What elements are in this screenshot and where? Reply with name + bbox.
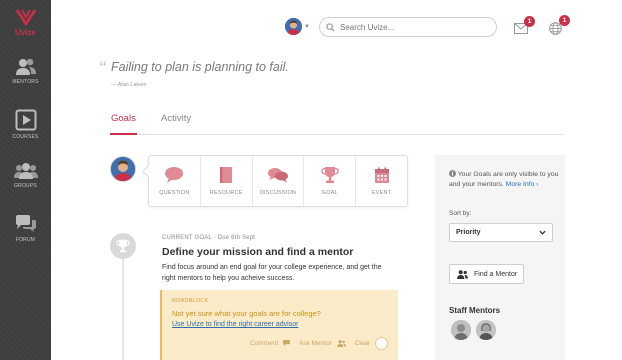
chevron-down-icon[interactable]: ▼	[304, 24, 310, 30]
avatar-image	[451, 320, 471, 340]
ask-mentor-button[interactable]: Ask Mentor	[299, 340, 346, 347]
action-discussion[interactable]: DISCUSSION	[253, 156, 305, 206]
notifications-badge: 1	[559, 15, 570, 26]
calendar-icon	[374, 167, 389, 183]
mentor-avatar[interactable]	[451, 320, 471, 340]
sidebar-item-forum[interactable]: FORUM	[0, 214, 51, 243]
messages-badge: 1	[524, 16, 535, 27]
comment-label: Comment	[250, 340, 279, 347]
career-advisor-link[interactable]: Use Uvize to find the right career advis…	[172, 321, 298, 328]
sort-label: Sort by:	[449, 210, 472, 217]
clear-checkbox[interactable]	[375, 337, 389, 350]
sidebar-item-label: COURSES	[12, 134, 39, 140]
mentors-icon	[457, 269, 468, 279]
sort-value: Priority	[456, 229, 481, 236]
roadblock-label: ROADBLOCK	[172, 298, 209, 304]
quote-mark-icon: “	[99, 57, 107, 77]
sidebar-item-mentors[interactable]: MENTORS	[0, 58, 51, 85]
tab-activity[interactable]: Activity	[161, 113, 191, 124]
user-avatar[interactable]	[285, 18, 302, 35]
action-label: RESOURCE	[209, 190, 243, 196]
action-label: EVENT	[371, 189, 392, 196]
search-box[interactable]	[319, 17, 497, 37]
book-icon	[220, 167, 233, 183]
ask-mentor-label: Ask Mentor	[299, 340, 332, 348]
tab-bar: Goals Activity	[110, 113, 565, 135]
sidebar-item-courses[interactable]: COURSES	[0, 109, 51, 140]
goal-description: Find focus around an end goal for your c…	[162, 264, 382, 282]
tab-goals[interactable]: Goals	[110, 113, 137, 135]
info-icon	[449, 170, 456, 177]
sidebar-item-label: FORUM	[15, 237, 36, 243]
roadblock-actions: Comment Ask Mentor Clear	[250, 337, 389, 350]
play-icon	[15, 109, 36, 131]
mentor-avatar[interactable]	[476, 320, 496, 340]
comment-icon	[283, 340, 290, 347]
sidebar-item-label: MENTORS	[12, 79, 39, 85]
search-input[interactable]	[340, 22, 490, 32]
speech-bubble-icon	[165, 167, 184, 183]
sidebar-item-groups[interactable]: GROUPS	[0, 162, 51, 189]
action-label: GOAL	[321, 190, 338, 196]
sidebar: Uvize MENTORS COURSES GROUPS FORUM	[0, 0, 51, 360]
staff-mentors-title: Staff Mentors	[449, 306, 501, 315]
post-actions-bar: QUESTION RESOURCE DISCUSSION GOAL EVENT	[148, 155, 408, 207]
more-info-link[interactable]: More Info ›	[506, 181, 539, 188]
action-label: DISCUSSION	[259, 190, 297, 196]
timeline-line	[122, 248, 124, 360]
mentors-icon	[15, 58, 36, 75]
info-text: Your Goals are only visible to you and y…	[449, 171, 559, 188]
avatar-image	[111, 157, 135, 181]
user-avatar[interactable]	[110, 156, 136, 182]
current-goal-due: · Due 6th Sept	[213, 235, 256, 241]
goal-marker	[110, 233, 136, 259]
find-mentor-button[interactable]: Find a Mentor	[449, 264, 524, 284]
roadblock-card: ROADBLOCK Not yet sure what your goals a…	[160, 290, 398, 360]
clear-button[interactable]: Clear	[355, 340, 371, 347]
sidebar-item-label: GROUPS	[14, 183, 37, 189]
discussion-icon	[267, 168, 288, 183]
forum-icon	[15, 215, 36, 232]
notifications-button[interactable]: 1	[549, 15, 570, 40]
clear-label: Clear	[354, 340, 371, 347]
goal-title[interactable]: Define your mission and find a mentor	[162, 246, 353, 258]
action-question[interactable]: QUESTION	[149, 156, 201, 206]
action-goal[interactable]: GOAL	[304, 156, 357, 206]
comment-button[interactable]: Comment	[250, 340, 290, 347]
mentors-icon	[336, 340, 346, 347]
logo-text: Uvize	[15, 28, 36, 37]
visibility-info: Your Goals are only visible to you and y…	[449, 170, 559, 190]
groups-icon	[13, 163, 38, 179]
quote-author: — Alan Lakein	[111, 82, 147, 88]
trophy-icon	[116, 239, 130, 253]
uvize-logo[interactable]: Uvize	[15, 8, 37, 37]
roadblock-question: Not yet sure what your goals are for col…	[172, 309, 321, 318]
quote-text: Failing to plan is planning to fail.	[111, 60, 289, 74]
action-event[interactable]: EVENT	[356, 156, 407, 206]
avatar-image	[285, 18, 302, 35]
goals-sidebar: Your Goals are only visible to you and y…	[435, 155, 565, 360]
messages-button[interactable]: 1	[514, 16, 535, 39]
action-label: QUESTION	[159, 190, 190, 196]
current-goal-tag: CURRENT GOAL	[162, 235, 212, 241]
chevron-down-icon	[539, 230, 546, 235]
avatar-image	[476, 320, 496, 340]
current-goal-label: CURRENT GOAL · Due 6th Sept	[162, 235, 255, 241]
uvize-v-icon	[15, 9, 36, 26]
action-resource[interactable]: RESOURCE	[201, 156, 253, 206]
trophy-icon	[321, 167, 339, 183]
find-mentor-label: Find a Mentor	[474, 270, 518, 278]
sort-select[interactable]: Priority	[449, 223, 553, 242]
search-icon	[326, 22, 335, 32]
